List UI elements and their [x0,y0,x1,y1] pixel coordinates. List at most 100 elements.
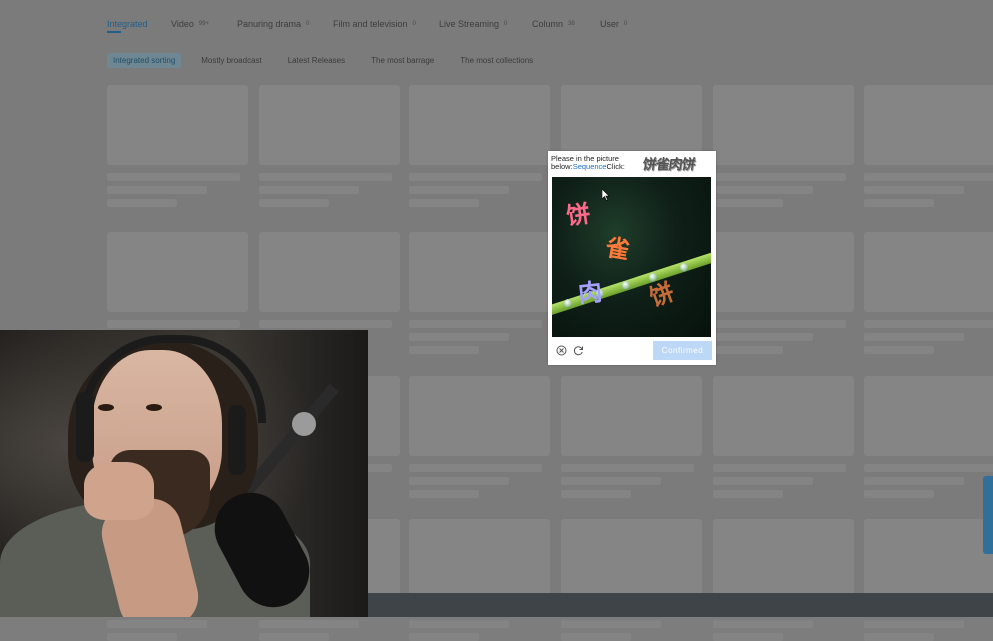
card-text-line [107,620,207,628]
card-text-line [713,620,813,628]
card-thumbnail [864,376,993,456]
video-card-placeholder[interactable] [713,232,854,354]
tab-count: 0 [306,21,310,27]
video-card-placeholder[interactable] [864,376,993,498]
prompt-click-text: Click: [606,162,625,171]
tab-user[interactable]: User 0 [600,14,640,34]
sort-mostly-broadcast[interactable]: Mostly broadcast [195,53,267,68]
card-text-line [713,333,813,341]
card-thumbnail [864,519,993,599]
top-tabs: Integrated Video 99+ Panuring drama 0 Fi… [107,14,640,34]
card-text-line [107,173,240,181]
prompt-highlight: Sequence [572,162,607,171]
video-card-placeholder[interactable] [713,85,854,207]
side-tab[interactable] [983,476,993,554]
card-text-line [713,320,846,328]
card-thumbnail [409,232,550,312]
close-circle-icon[interactable] [556,345,567,356]
captcha-char-1[interactable]: 饼 [564,194,593,232]
card-text-line [713,186,813,194]
video-card-placeholder[interactable] [409,376,550,498]
video-card-placeholder[interactable] [864,519,993,641]
card-text-line [409,620,509,628]
card-text-line [409,477,509,485]
card-text-line [713,464,846,472]
card-thumbnail [713,232,854,312]
refresh-icon[interactable] [573,345,584,356]
card-text-line [864,490,934,498]
video-card-placeholder[interactable] [561,519,702,641]
card-text-line [864,620,964,628]
video-card-placeholder[interactable] [713,376,854,498]
tab-film-television[interactable]: Film and television 0 [333,14,439,34]
captcha-controls: Confirmed [548,339,716,363]
video-card-placeholder[interactable] [713,519,854,641]
video-card-placeholder[interactable] [864,232,993,354]
video-card-placeholder[interactable] [259,85,400,207]
card-thumbnail [561,519,702,599]
video-card-placeholder[interactable] [561,376,702,498]
card-thumbnail [713,85,854,165]
confirm-button[interactable]: Confirmed [653,341,712,360]
hand [84,462,154,520]
headphone-right [228,405,246,475]
card-text-line [561,477,661,485]
tab-count: 0 [412,21,416,27]
card-text-line [713,477,813,485]
card-text-line [864,199,934,207]
card-text-line [409,346,479,354]
tab-count: 99+ [198,21,210,27]
card-thumbnail [561,376,702,456]
card-text-line [864,633,934,641]
card-thumbnail [409,519,550,599]
card-text-line [864,186,964,194]
webcam-overlay [0,330,368,617]
tab-label: Integrated [107,19,148,29]
card-text-line [864,320,993,328]
card-text-line [409,320,542,328]
video-card-placeholder[interactable] [864,85,993,207]
video-card-placeholder[interactable] [107,85,248,207]
card-thumbnail [259,232,400,312]
card-thumbnail [409,85,550,165]
card-text-line [713,633,783,641]
tab-label: Panuring drama [237,19,302,29]
card-text-line [259,199,329,207]
card-text-line [409,464,542,472]
tab-label: Column [532,19,564,29]
video-card-placeholder[interactable] [409,232,550,354]
card-text-line [713,490,783,498]
card-text-line [107,633,177,641]
card-text-line [409,173,542,181]
card-thumbnail [409,376,550,456]
card-text-line [259,620,359,628]
sort-integrated[interactable]: Integrated sorting [107,53,182,68]
sort-latest-releases[interactable]: Latest Releases [282,53,351,68]
video-card-placeholder[interactable] [409,85,550,207]
tab-live-streaming[interactable]: Live Streaming 0 [439,14,532,34]
sort-most-collections[interactable]: The most collections [454,53,539,68]
captcha-char-4[interactable]: 饼 [644,272,679,313]
captcha-char-2[interactable]: 雀 [603,227,633,266]
card-text-line [864,173,993,181]
tab-integrated[interactable]: Integrated [107,14,171,34]
tab-panuring-drama[interactable]: Panuring drama 0 [237,14,333,34]
sort-most-barrage[interactable]: The most barrage [365,53,440,68]
tab-video[interactable]: Video 99+ [171,14,237,34]
card-text-line [259,320,392,328]
card-text-line [864,333,964,341]
card-text-line [561,620,661,628]
headphone-left [76,392,94,462]
card-text-line [561,633,631,641]
captcha-image[interactable]: 饼 雀 肉 饼 [552,177,711,337]
card-thumbnail [259,85,400,165]
video-card-placeholder[interactable] [409,519,550,641]
card-thumbnail [864,85,993,165]
tab-label: User [600,19,620,29]
card-text-line [409,199,479,207]
captcha-char-3[interactable]: 肉 [576,272,604,309]
tab-column[interactable]: Column 36 [532,14,600,34]
tab-label: Film and television [333,19,408,29]
tab-count: 36 [568,21,575,27]
grass-stem [552,247,711,317]
